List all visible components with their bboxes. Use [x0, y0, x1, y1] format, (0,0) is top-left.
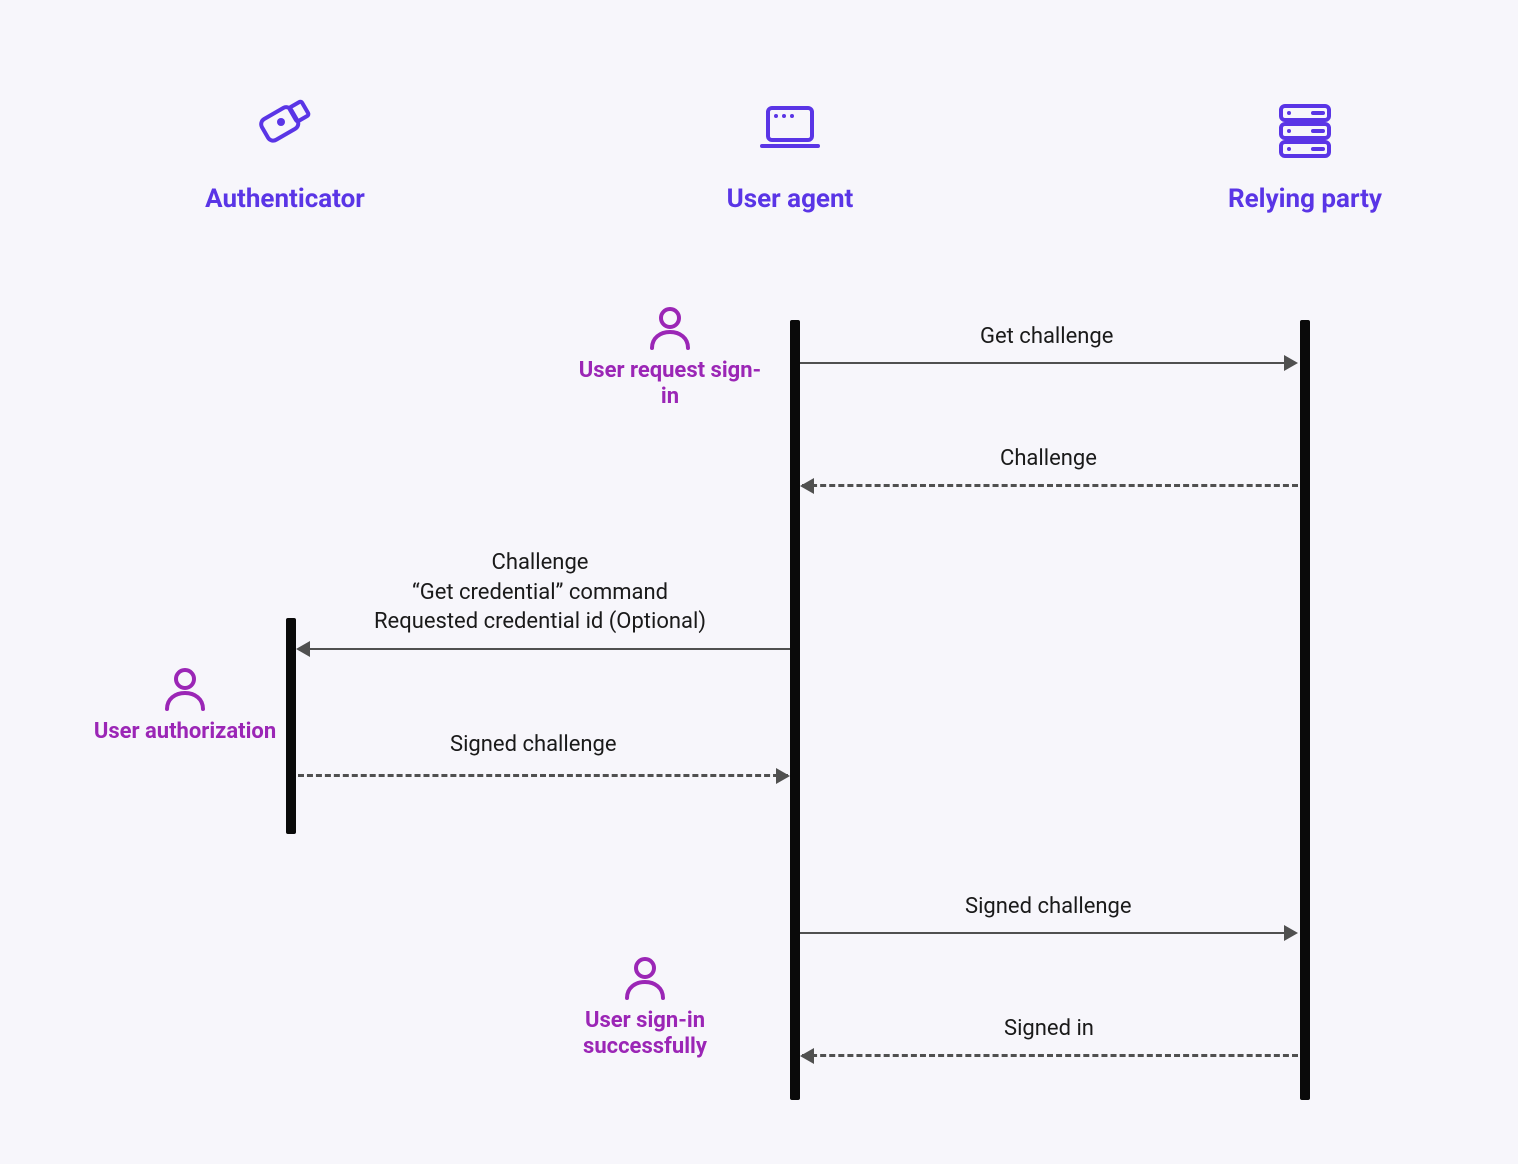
participant-relying-party: Relying party	[1175, 90, 1435, 214]
user-icon	[161, 665, 209, 713]
participant-label: Authenticator	[155, 184, 415, 214]
laptop-icon	[750, 90, 830, 170]
msg-label-line: Requested credential id (Optional)	[330, 607, 750, 637]
server-icon	[1265, 90, 1345, 170]
usb-key-icon	[245, 90, 325, 170]
participant-authenticator: Authenticator	[155, 90, 415, 214]
msg-label-line: Challenge	[330, 548, 750, 578]
lifeline-authenticator	[286, 618, 296, 834]
msg-label: Signed in	[1004, 1016, 1094, 1041]
user-icon	[646, 304, 694, 352]
event-label: User request sign-in	[570, 358, 770, 411]
msg-signed-challenge-rp	[800, 932, 1296, 934]
event-signin-success: User sign-in successfully	[545, 954, 745, 1061]
event-user-authorization: User authorization	[85, 665, 285, 745]
msg-label: Signed challenge	[450, 732, 617, 757]
msg-label: Challenge	[1000, 446, 1097, 471]
event-label: User sign-in successfully	[545, 1008, 745, 1061]
msg-label: Signed challenge	[965, 894, 1132, 919]
msg-signed-in	[802, 1054, 1298, 1057]
msg-signed-challenge-auth	[298, 774, 788, 777]
lifeline-relying-party	[1300, 320, 1310, 1100]
participant-label: User agent	[660, 184, 920, 214]
msg-label: Get challenge	[980, 324, 1113, 349]
user-icon	[621, 954, 669, 1002]
participant-user-agent: User agent	[660, 90, 920, 214]
participant-label: Relying party	[1175, 184, 1435, 214]
msg-challenge	[802, 484, 1298, 487]
msg-label-line: “Get credential” command	[330, 578, 750, 608]
msg-get-challenge	[800, 362, 1296, 364]
event-label: User authorization	[85, 719, 285, 745]
event-user-request-signin: User request sign-in	[570, 304, 770, 411]
lifeline-user-agent	[790, 320, 800, 1100]
msg-get-credential	[298, 648, 790, 650]
msg-label-multiline: Challenge “Get credential” command Reque…	[330, 548, 750, 637]
